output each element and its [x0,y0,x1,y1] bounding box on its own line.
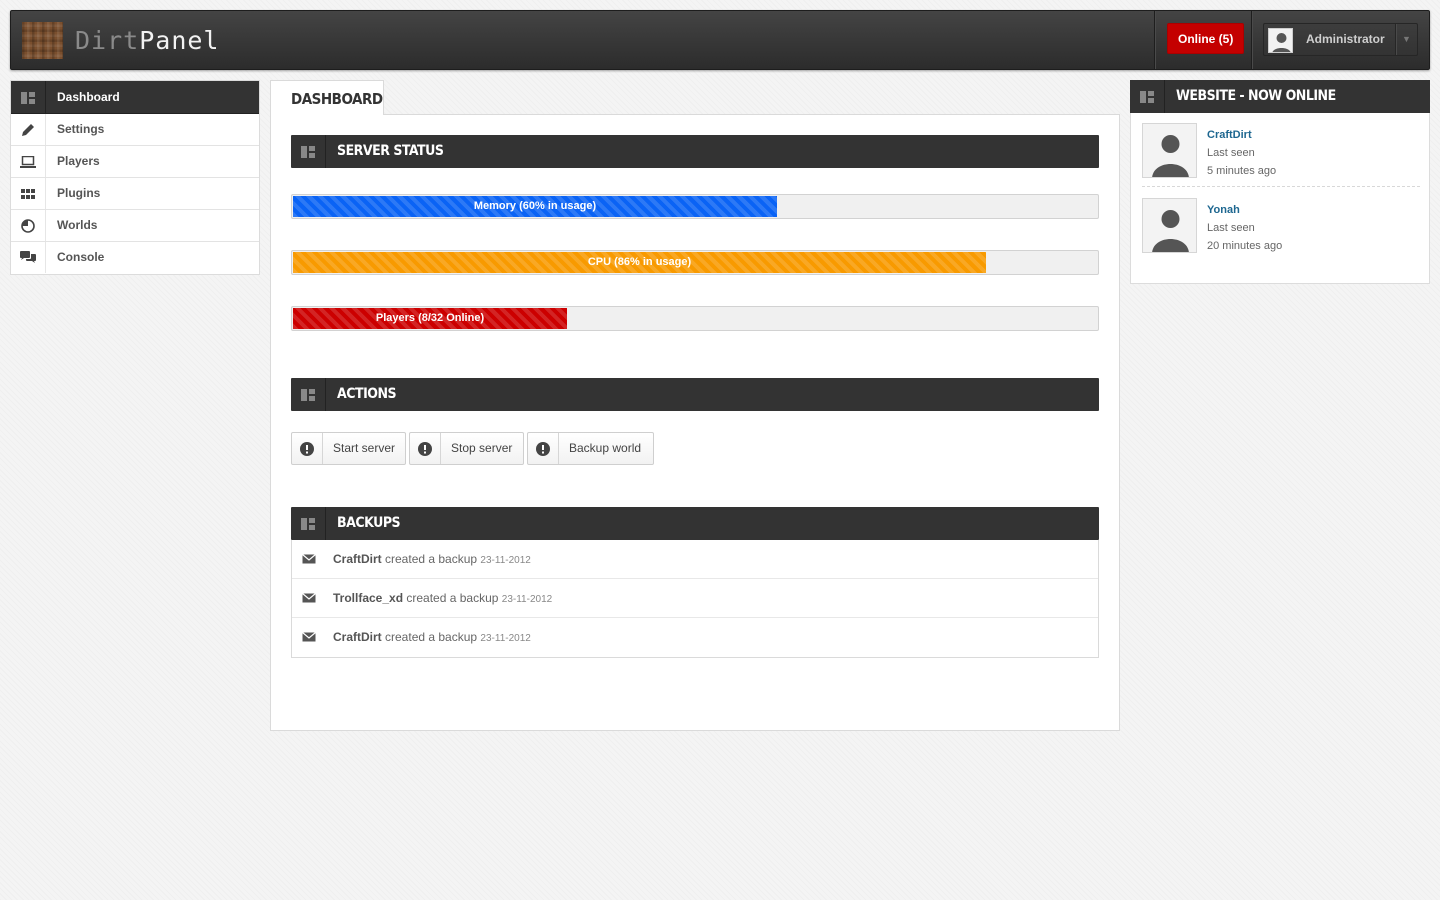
top-header: DirtPanel Online (5) Administrator ▼ [10,10,1430,70]
sidebar-item-label: Worlds [57,218,98,232]
last-seen-label: Last seen [1207,222,1255,234]
actions-header: ACTIONS [291,378,1099,411]
sidebar-item-label: Settings [57,122,105,136]
backups-header: BACKUPS [291,507,1099,540]
sidebar-item-players[interactable]: Players [11,146,259,178]
admin-avatar-icon [1268,28,1293,53]
backup-date: 23-11-2012 [480,633,531,644]
players-progress-bar: Players (8/32 Online) [291,306,1099,331]
backup-entry-text: CraftDirt created a backup 23-11-2012 [333,618,531,658]
header-divider [1251,11,1252,69]
backup-action: created a backup [385,552,478,566]
pencil-icon [11,114,46,145]
backup-entry-text: Trollface_xd created a backup 23-11-2012 [333,579,552,619]
sidebar-item-label: Dashboard [57,90,120,104]
backup-user[interactable]: Trollface_xd [333,591,403,605]
button-label: Stop server [451,441,513,455]
last-seen-time: 20 minutes ago [1207,240,1283,252]
dashboard-icon [291,507,326,540]
backup-action: created a backup [406,591,499,605]
section-title: SERVER STATUS [337,143,444,159]
sidebar-item-label: Plugins [57,186,101,200]
tab-dashboard[interactable]: DASHBOARD [270,80,384,115]
backups-list: CraftDirt created a backup 23-11-2012 Tr… [291,540,1099,658]
user-name: Administrator [1306,32,1385,46]
backup-user[interactable]: CraftDirt [333,552,382,566]
exclamation-icon [528,433,559,464]
laptop-icon [11,146,46,177]
chat-bubbles-icon [11,242,46,273]
online-user-name[interactable]: CraftDirt [1207,129,1252,141]
online-user-entry: Yonah Last seen 20 minutes ago [1142,198,1420,261]
online-user-entry: CraftDirt Last seen 5 minutes ago [1142,123,1420,187]
sidebar-item-label: Console [57,250,105,264]
user-avatar-icon [1142,123,1197,178]
now-online-panel: CraftDirt Last seen 5 minutes ago Yonah … [1130,113,1430,284]
online-user-name[interactable]: Yonah [1207,204,1240,216]
exclamation-icon [410,433,441,464]
envelope-icon [302,592,316,606]
chevron-down-icon[interactable]: ▼ [1395,24,1417,55]
dashboard-icon [291,135,326,168]
sidebar-item-plugins[interactable]: Plugins [11,178,259,210]
sidebar-item-dashboard[interactable]: Dashboard [11,81,259,114]
sidebar-item-worlds[interactable]: Worlds [11,210,259,242]
cpu-progress-fill: CPU (86% in usage) [293,252,986,273]
dashboard-icon [291,378,326,411]
backup-action: created a backup [385,630,478,644]
stop-server-button[interactable]: Stop server [409,432,524,465]
envelope-icon [302,631,316,645]
players-progress-fill: Players (8/32 Online) [293,308,567,329]
memory-progress-fill: Memory (60% in usage) [293,196,777,217]
section-title: BACKUPS [337,515,401,531]
sidebar-item-console[interactable]: Console [11,242,259,274]
sidebar-nav: Dashboard Settings Players Plugins World… [10,80,260,275]
backup-world-button[interactable]: Backup world [527,432,654,465]
section-title: ACTIONS [337,386,397,402]
server-status-header: SERVER STATUS [291,135,1099,168]
list-item[interactable]: CraftDirt created a backup 23-11-2012 [292,618,1098,657]
backup-date: 23-11-2012 [501,594,553,605]
section-title: WEBSITE - NOW ONLINE [1176,88,1336,104]
exclamation-icon [292,433,323,464]
now-online-header: WEBSITE - NOW ONLINE [1130,80,1430,113]
logo-dim-part: Dirt [75,26,140,55]
dirt-block-logo-icon [22,22,63,59]
cpu-progress-bar: CPU (86% in usage) [291,250,1099,275]
user-menu-button[interactable]: Administrator ▼ [1263,23,1418,56]
button-label: Backup world [569,441,642,455]
start-server-button[interactable]: Start server [291,432,406,465]
dashboard-icon [1130,80,1165,113]
sidebar-item-settings[interactable]: Settings [11,114,259,146]
sidebar-item-label: Players [57,154,100,168]
last-seen-label: Last seen [1207,147,1255,159]
online-count-button[interactable]: Online (5) [1167,23,1245,54]
app-logo-text[interactable]: DirtPanel [75,26,219,56]
last-seen-time: 5 minutes ago [1207,165,1277,177]
header-divider [1154,11,1155,69]
logo-bright-part: Panel [139,26,220,55]
dashboard-icon [11,81,46,114]
envelope-icon [302,553,316,567]
backup-entry-text: CraftDirt created a backup 23-11-2012 [333,540,531,580]
pie-chart-icon [11,210,46,241]
user-avatar-icon [1142,198,1197,253]
memory-progress-bar: Memory (60% in usage) [291,194,1099,219]
list-item[interactable]: Trollface_xd created a backup 23-11-2012 [292,579,1098,618]
backup-user[interactable]: CraftDirt [333,630,382,644]
button-label: Start server [333,441,396,455]
grid-icon [11,178,46,209]
list-item[interactable]: CraftDirt created a backup 23-11-2012 [292,540,1098,579]
backup-date: 23-11-2012 [480,555,531,566]
